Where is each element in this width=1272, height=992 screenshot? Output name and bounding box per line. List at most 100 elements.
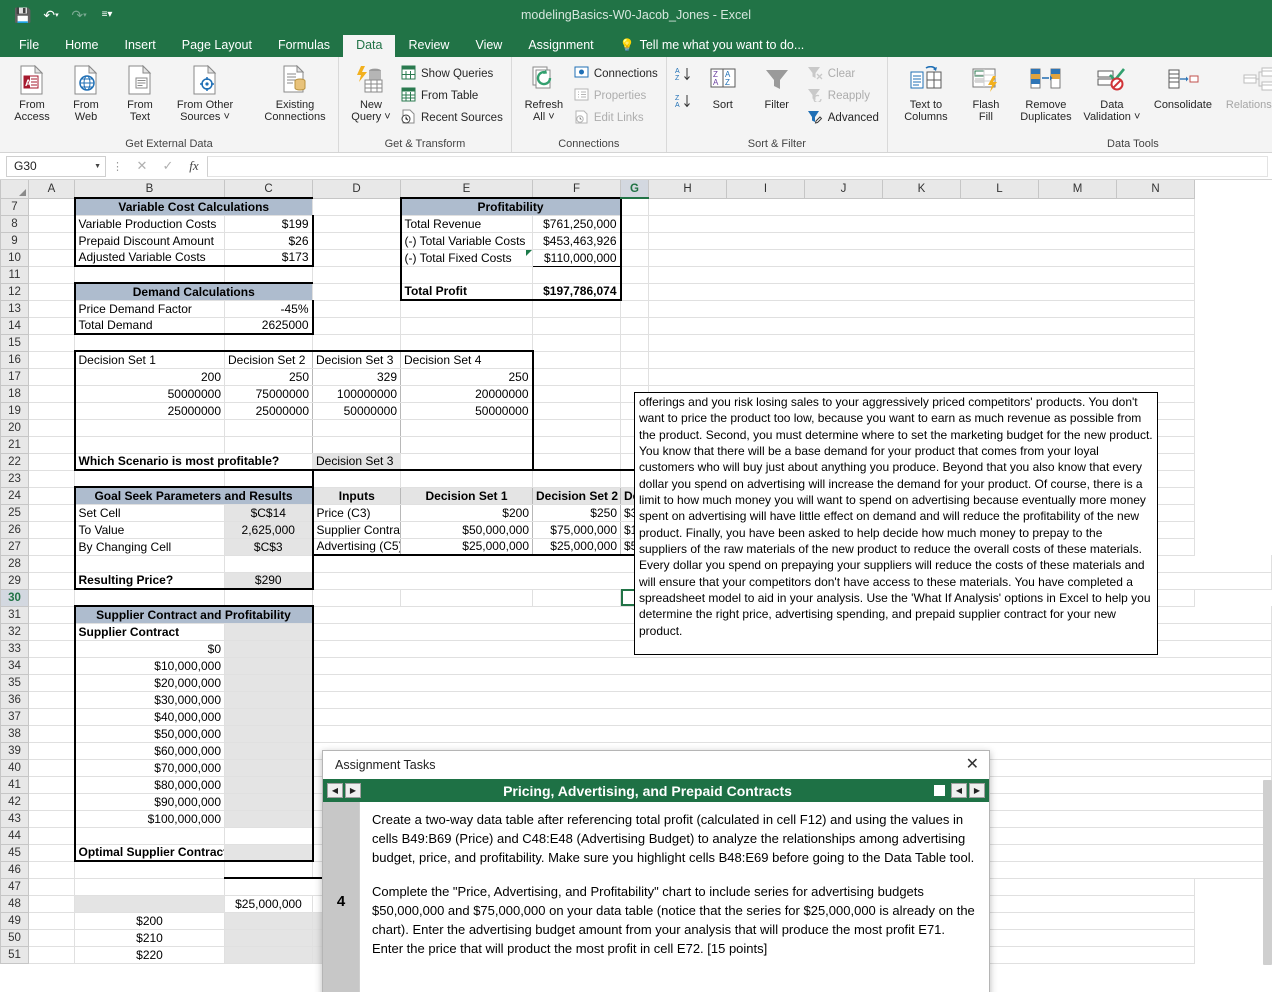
cell-A21[interactable] — [28, 436, 75, 454]
cell-C48[interactable]: $25,000,000 — [224, 895, 313, 913]
row-header-50[interactable]: 50 — [0, 928, 29, 947]
select-all-corner[interactable] — [0, 180, 29, 199]
cell-D24[interactable]: Inputs — [311, 487, 401, 505]
from-table-button[interactable]: From Table — [398, 86, 506, 106]
cell-F12[interactable]: $197,786,074 — [532, 283, 622, 301]
cell-B29[interactable]: Resulting Price? — [73, 572, 225, 590]
cell-B27[interactable]: By Changing Cell — [73, 538, 225, 556]
row-header-26[interactable]: 26 — [0, 520, 29, 539]
cell-C49[interactable] — [224, 912, 313, 930]
row-header-8[interactable]: 8 — [0, 214, 29, 233]
cell-D34[interactable] — [312, 657, 1272, 675]
cell-E18[interactable]: 20000000 — [400, 385, 534, 403]
cell-E8[interactable]: Total Revenue — [399, 215, 533, 233]
cell-H16[interactable] — [648, 351, 1195, 369]
connections-button[interactable]: Connections — [571, 64, 661, 84]
cell-C34[interactable] — [224, 657, 314, 675]
row-header-44[interactable]: 44 — [0, 826, 29, 845]
cell-A7[interactable] — [28, 198, 75, 216]
cell-G15[interactable] — [620, 334, 649, 352]
cell-A39[interactable] — [28, 742, 75, 760]
recent-sources-button[interactable]: Recent Sources — [398, 108, 506, 128]
cell-D10[interactable] — [312, 249, 401, 267]
cell-F13[interactable] — [532, 300, 621, 318]
cell-A15[interactable] — [28, 334, 75, 352]
name-box[interactable]: G30 ▼ — [6, 155, 106, 177]
insert-function-icon[interactable]: fx — [181, 158, 207, 174]
cell-A37[interactable] — [28, 708, 75, 726]
column-header-H[interactable]: H — [648, 180, 727, 199]
cell-B19[interactable]: 25000000 — [73, 402, 225, 420]
cell-F21[interactable] — [532, 436, 621, 454]
tab-assignment[interactable]: Assignment — [515, 35, 606, 58]
cell-A44[interactable] — [28, 827, 75, 845]
cell-G9[interactable] — [620, 232, 649, 250]
cell-B42[interactable]: $90,000,000 — [73, 793, 225, 811]
cell-B40[interactable]: $70,000,000 — [73, 759, 225, 777]
cell-D13[interactable] — [312, 300, 401, 318]
cell-C38[interactable] — [224, 725, 314, 743]
existing-connections-button[interactable]: Existing Connections — [257, 60, 333, 124]
cell-E16[interactable]: Decision Set 4 — [400, 350, 534, 369]
cell-B9[interactable]: Prepaid Discount Amount — [73, 232, 225, 250]
cell-B50[interactable]: $210 — [74, 929, 225, 947]
cell-B34[interactable]: $10,000,000 — [73, 657, 225, 675]
save-icon[interactable]: 💾 — [10, 4, 36, 26]
cell-C14[interactable]: 2625000 — [224, 317, 314, 335]
close-icon[interactable]: ✕ — [966, 757, 979, 773]
tab-page-layout[interactable]: Page Layout — [169, 35, 265, 58]
tab-review[interactable]: Review — [395, 35, 462, 58]
cell-A16[interactable] — [28, 351, 75, 369]
cell-C37[interactable] — [224, 708, 314, 726]
row-header-32[interactable]: 32 — [0, 622, 29, 641]
tell-me-box[interactable]: 💡 Tell me what you want to do... — [607, 35, 818, 58]
cell-C10[interactable]: $173 — [224, 249, 314, 267]
cell-E21[interactable] — [400, 436, 534, 454]
cell-F17[interactable] — [532, 368, 621, 386]
cell-A45[interactable] — [28, 844, 75, 862]
row-header-12[interactable]: 12 — [0, 282, 29, 301]
cell-H15[interactable] — [648, 334, 1195, 352]
cell-B28[interactable] — [73, 555, 225, 573]
cell-E14[interactable] — [400, 317, 533, 335]
row-header-34[interactable]: 34 — [0, 656, 29, 675]
cell-B32[interactable]: Supplier Contract — [73, 623, 225, 641]
cell-B25[interactable]: Set Cell — [73, 504, 225, 522]
row-header-42[interactable]: 42 — [0, 792, 29, 811]
cell-D26[interactable]: Supplier Contract (C4) — [311, 521, 401, 539]
row-header-33[interactable]: 33 — [0, 639, 29, 658]
row-header-48[interactable]: 48 — [0, 894, 29, 913]
cell-A11[interactable] — [28, 266, 75, 284]
cell-B7[interactable]: Variable Cost Calculations — [73, 197, 313, 216]
prev-arrow-icon[interactable]: ◀ — [327, 783, 343, 798]
cell-C19[interactable]: 25000000 — [224, 402, 313, 420]
column-header-N[interactable]: N — [1116, 180, 1195, 199]
row-header-9[interactable]: 9 — [0, 231, 29, 250]
cell-A13[interactable] — [28, 300, 75, 318]
row-header-19[interactable]: 19 — [0, 401, 29, 420]
row-header-28[interactable]: 28 — [0, 554, 29, 573]
cell-D17[interactable]: 329 — [312, 368, 401, 386]
cell-A41[interactable] — [28, 776, 75, 794]
cell-C8[interactable]: $199 — [224, 215, 314, 233]
cell-B18[interactable]: 50000000 — [73, 385, 225, 403]
row-header-40[interactable]: 40 — [0, 758, 29, 777]
cell-D21[interactable] — [312, 436, 401, 454]
cell-D8[interactable] — [312, 215, 401, 233]
cell-D12[interactable] — [312, 283, 401, 301]
from-text-button[interactable]: From Text — [113, 60, 167, 124]
cell-E9[interactable]: (-) Total Variable Costs — [399, 232, 533, 250]
cell-C32[interactable] — [224, 623, 314, 641]
cell-B51[interactable]: $220 — [74, 946, 225, 964]
tab-view[interactable]: View — [462, 35, 515, 58]
row-header-24[interactable]: 24 — [0, 486, 29, 505]
cell-A35[interactable] — [28, 674, 75, 692]
refresh-all-button[interactable]: Refresh All ˅ — [517, 60, 571, 124]
cell-C41[interactable] — [224, 776, 314, 794]
row-header-25[interactable]: 25 — [0, 503, 29, 522]
cell-B22[interactable]: Which Scenario is most profitable? — [73, 453, 313, 471]
column-header-G[interactable]: G — [620, 180, 649, 199]
row-header-22[interactable]: 22 — [0, 452, 29, 471]
cell-A9[interactable] — [28, 232, 75, 250]
column-header-A[interactable]: A — [28, 180, 75, 199]
